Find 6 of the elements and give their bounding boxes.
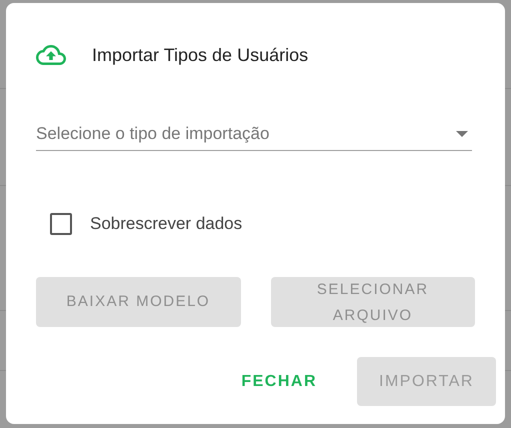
import-type-select[interactable]: Selecione o tipo de importação <box>36 117 472 151</box>
checkbox[interactable] <box>50 213 72 235</box>
close-button[interactable]: FECHAR <box>221 357 337 406</box>
dialog-title: Importar Tipos de Usuários <box>92 44 308 66</box>
dropdown-caret-icon <box>456 130 468 136</box>
checkbox-label: Sobrescrever dados <box>90 214 242 234</box>
